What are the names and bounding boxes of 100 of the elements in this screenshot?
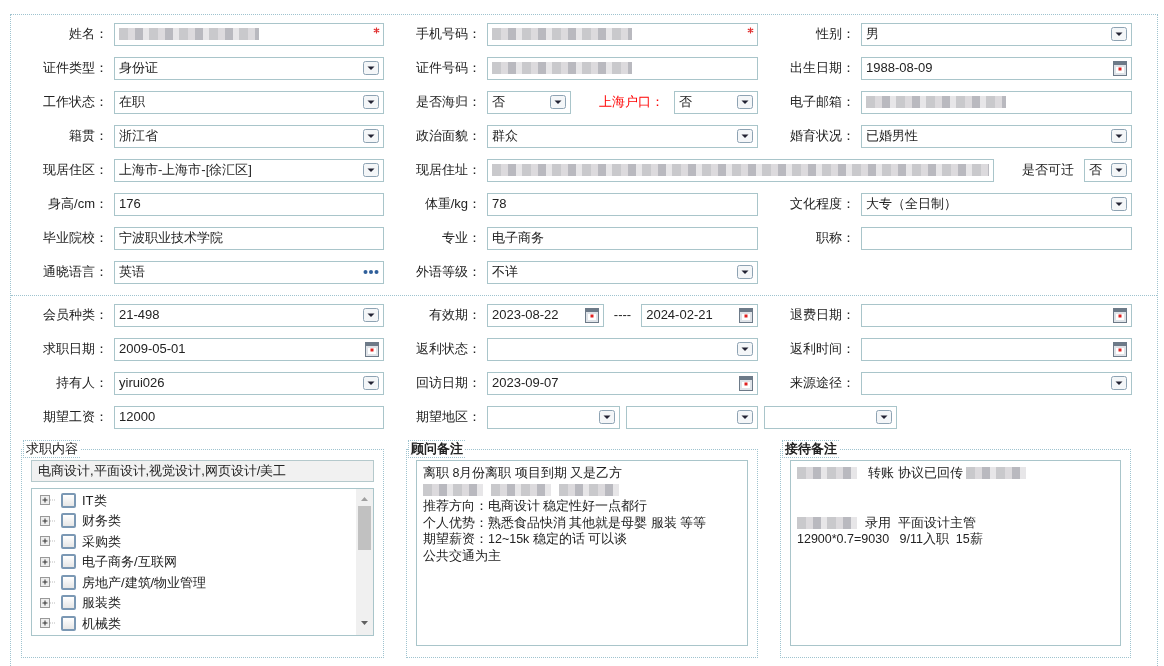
range-separator: ---- [612, 306, 633, 325]
select-field[interactable]: 身份证 [114, 56, 384, 80]
select-field[interactable]: 否 [674, 90, 758, 114]
field-label: 有效期： [428, 306, 482, 325]
field-label: 手机号码： [415, 25, 482, 44]
select-field[interactable] [861, 371, 1132, 395]
redacted-text [966, 467, 1027, 480]
select-field[interactable] [487, 337, 758, 361]
select-field[interactable]: 群众 [487, 124, 758, 148]
expand-icon[interactable] [40, 597, 55, 608]
field-label: 毕业院校： [42, 229, 109, 248]
notes-field[interactable]: 离职 8月份离职 项目到期 又是乙方 推荐方向：电商设计 稳定性好一点都行 个人优势：熟悉食品快消 其他就是母婴 服装 等等 期望薪资：12~15k 稳定的话 可以谈 公共交通为主 [416, 460, 748, 646]
field-label: 来源途径： [789, 374, 856, 393]
select-field[interactable]: 大专（全日制） [861, 192, 1132, 216]
select-field[interactable]: 21-498 [114, 303, 384, 327]
checkbox[interactable] [61, 595, 76, 611]
expand-icon[interactable] [40, 536, 55, 547]
expand-icon[interactable] [40, 577, 55, 588]
tree-item[interactable]: IT类 [82, 490, 107, 510]
checkbox[interactable] [61, 492, 76, 508]
input-field[interactable] [487, 56, 758, 80]
field-label: 上海户口： [598, 93, 665, 112]
select-field[interactable] [625, 405, 759, 429]
calendar-icon[interactable] [584, 307, 599, 323]
field-label: 专业： [441, 229, 482, 248]
notes-field[interactable]: 转账 协议已回传 录用 平面设计主管 12900*0.7=9030 9/11入职 15薪 [790, 460, 1121, 646]
date-field[interactable]: 2009-05-01 [114, 337, 384, 361]
panel-title: 顾问备注 [408, 440, 465, 458]
redacted-text [423, 483, 483, 496]
date-field[interactable]: 1988-08-09 [861, 56, 1132, 80]
checkbox[interactable] [61, 554, 76, 570]
select-field[interactable]: 不详 [487, 260, 758, 284]
scrollbar[interactable] [356, 489, 373, 635]
field-label: 电子邮箱： [789, 93, 856, 112]
expand-icon[interactable] [40, 556, 55, 567]
note-text: 公共交通为主 [423, 547, 501, 564]
select-field[interactable]: yirui026 [114, 371, 384, 395]
date-field[interactable]: 2023-08-22 [487, 303, 604, 327]
date-field[interactable] [861, 303, 1132, 327]
tree-item[interactable]: 财务类 [82, 511, 121, 531]
input-field[interactable]: 电子商务 [487, 226, 758, 250]
field-label: 性别： [815, 25, 856, 44]
note-text: 推荐方向：电商设计 稳定性好一点都行 [423, 498, 648, 515]
tree-item[interactable]: 采购类 [82, 531, 121, 551]
field-label: 工作状态： [42, 93, 109, 112]
date-field[interactable]: 2024-02-21 [641, 303, 758, 327]
calendar-icon[interactable] [739, 375, 753, 391]
input-field[interactable]: 12000 [114, 405, 384, 429]
field-label: 通晓语言： [42, 263, 109, 282]
input-field[interactable] [487, 158, 994, 182]
calendar-icon[interactable] [1113, 307, 1127, 323]
calendar-icon[interactable] [1113, 341, 1127, 357]
input-field[interactable]: 电商设计,平面设计,视觉设计,网页设计/美工 [31, 460, 374, 482]
field-label: 证件类型： [42, 59, 109, 78]
select-field[interactable] [487, 405, 620, 429]
tree-item[interactable]: 电子商务/互联网 [82, 552, 177, 572]
input-field[interactable]: 宁波职业技术学院 [114, 226, 384, 250]
tree-item[interactable]: 机械类 [82, 613, 121, 633]
select-field[interactable] [764, 405, 897, 429]
tree-item[interactable]: 服装类 [82, 593, 121, 613]
select-field[interactable]: 已婚男性 [861, 124, 1132, 148]
select-field[interactable]: 否 [1084, 158, 1132, 182]
date-field[interactable]: 2023-09-07 [487, 371, 758, 395]
select-field[interactable]: 上海市-上海市-[徐汇区] [114, 158, 384, 182]
select-field[interactable]: 浙江省 [114, 124, 384, 148]
select-field[interactable]: 否 [487, 90, 571, 114]
checkbox[interactable] [61, 533, 76, 549]
field-label: 身高/cm： [47, 195, 109, 214]
input-field[interactable] [487, 22, 758, 46]
calendar-icon[interactable] [739, 307, 753, 323]
expand-icon[interactable] [40, 495, 55, 506]
lookup-field[interactable]: 英语 [114, 260, 384, 284]
input-field[interactable] [861, 226, 1132, 250]
field-label: 是否可迁 [1021, 161, 1075, 180]
note-text: 转账 协议已回传 [867, 465, 964, 482]
checkbox[interactable] [61, 513, 76, 529]
field-label: 返利状态： [415, 340, 482, 359]
calendar-icon[interactable] [365, 341, 379, 357]
select-field[interactable]: 在职 [114, 90, 384, 114]
redacted-text [797, 467, 857, 480]
checkbox[interactable] [61, 574, 76, 590]
select-field[interactable]: 男 [861, 22, 1132, 46]
ellipsis-icon[interactable] [363, 269, 379, 275]
expand-icon[interactable] [40, 515, 55, 526]
field-label: 退费日期： [789, 306, 856, 325]
input-field[interactable] [861, 90, 1132, 114]
field-label: 是否海归： [415, 93, 482, 112]
field-label: 返利时间： [789, 340, 856, 359]
tree-item[interactable]: 房地产/建筑/物业管理 [82, 572, 207, 592]
field-label: 证件号码： [415, 59, 482, 78]
input-field[interactable]: 78 [487, 192, 758, 216]
input-field[interactable]: 176 [114, 192, 384, 216]
field-label: 政治面貌： [415, 127, 482, 146]
field-label: 现居住区： [42, 161, 109, 180]
expand-icon[interactable] [40, 618, 55, 629]
input-field[interactable] [114, 22, 384, 46]
calendar-icon[interactable] [1113, 60, 1127, 76]
date-field[interactable] [861, 337, 1132, 361]
checkbox[interactable] [61, 615, 76, 631]
note-text: 个人优势：熟悉食品快消 其他就是母婴 服装 等等 [423, 514, 707, 531]
